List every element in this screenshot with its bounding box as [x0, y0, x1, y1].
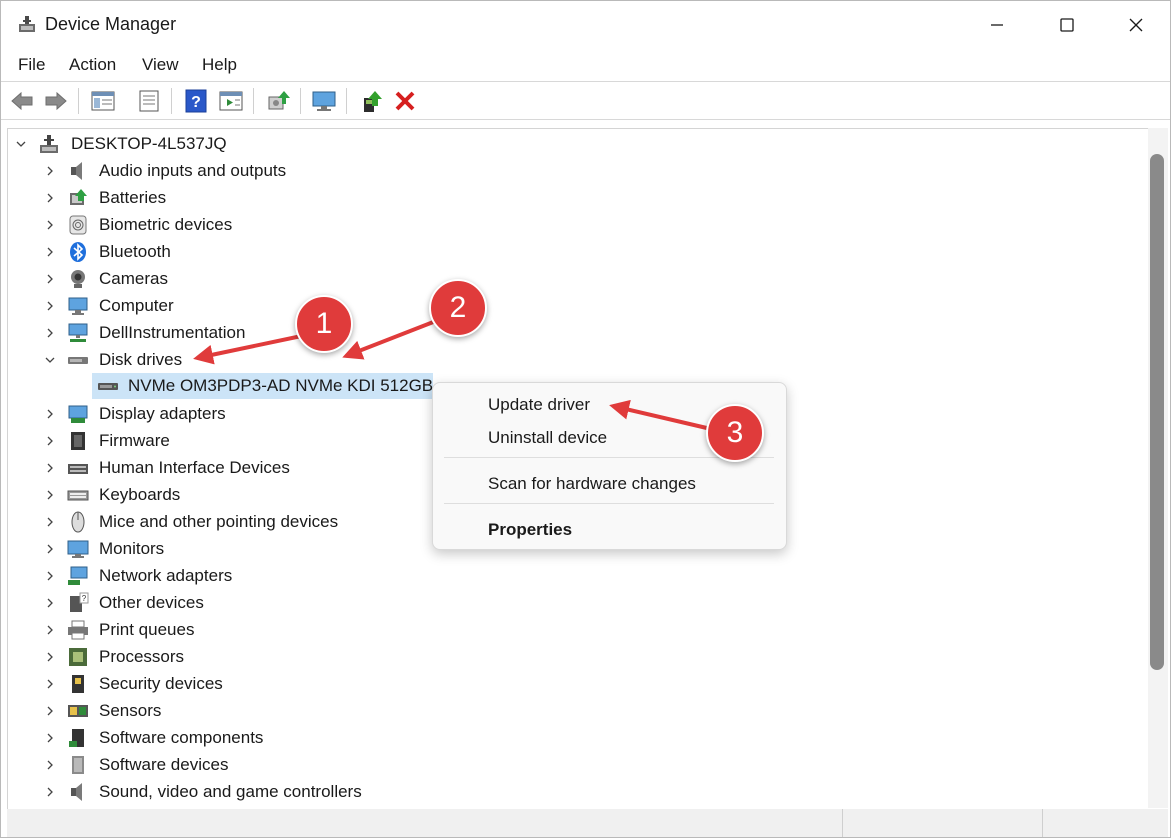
annotation-arrows [193, 317, 712, 431]
annotation-badge-2: 2 [429, 279, 487, 337]
annotation-arrow-3 [609, 399, 712, 431]
annotation-badge-1: 1 [295, 295, 353, 353]
annotation-arrow-2 [342, 317, 442, 360]
device-manager-window: Device Manager File Action View Help ? D… [0, 0, 1171, 838]
annotation-badge-3: 3 [706, 404, 764, 462]
annotation-arrow-1 [193, 332, 312, 365]
